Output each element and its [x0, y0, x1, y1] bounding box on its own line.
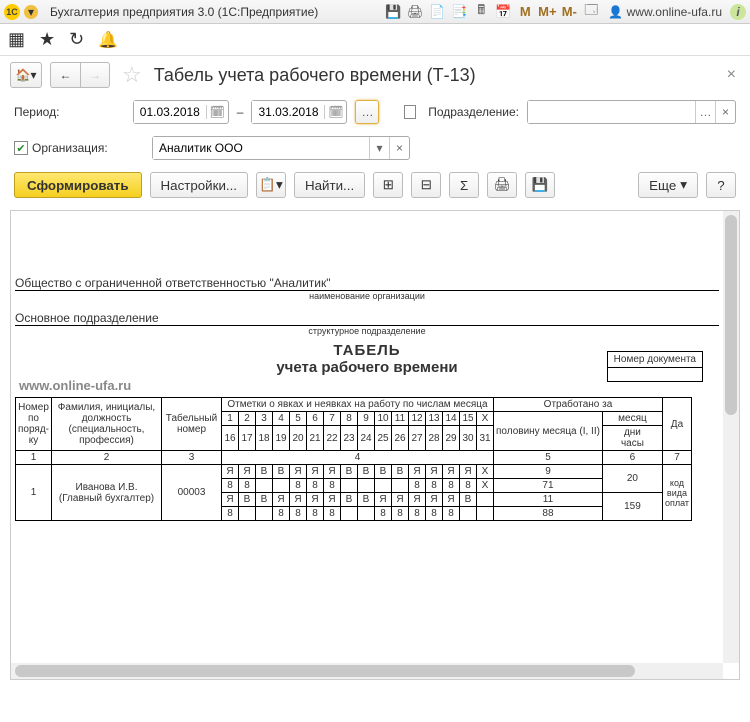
division-field[interactable]: … × — [527, 100, 736, 124]
table-row: 1 Иванова И.В. (Главный бухгалтер) 00003… — [16, 465, 692, 479]
report-document: Общество с ограниченной ответственностью… — [11, 211, 723, 663]
page-title: Табель учета рабочего времени (Т-13) — [154, 65, 476, 86]
period-picker-button[interactable]: … — [355, 100, 379, 124]
compare-icon[interactable]: 📑 — [450, 3, 468, 21]
division-input[interactable] — [528, 101, 695, 123]
doc-number-box: Номер документа — [607, 351, 703, 382]
settings-button[interactable]: Настройки... — [150, 172, 248, 198]
help-button[interactable]: ? — [706, 172, 736, 198]
print-button[interactable]: 🖨 — [487, 172, 517, 198]
memory-mplus-button[interactable]: М+ — [538, 3, 556, 21]
forward-button[interactable]: → — [80, 62, 110, 88]
date-from-field[interactable]: 🗓 — [133, 100, 229, 124]
period-label: Период: — [14, 105, 125, 119]
find-button[interactable]: Найти... — [294, 172, 365, 198]
more-button[interactable]: Еще ▾ — [638, 172, 698, 198]
date-to-input[interactable] — [252, 101, 324, 123]
calculator-icon[interactable]: 🖩 — [472, 3, 490, 21]
report-viewport: Общество с ограниченной ответственностью… — [10, 210, 740, 680]
home-button[interactable]: 🏠▾ — [10, 62, 42, 88]
history-icon[interactable]: ↻ — [69, 29, 84, 50]
favorites-icon[interactable]: ★ — [39, 29, 55, 50]
date-dash: – — [237, 105, 244, 119]
org-full-name: Общество с ограниченной ответственностью… — [15, 274, 719, 291]
paste-button[interactable]: 📋▾ — [256, 172, 286, 198]
period-row: Период: 🗓 – 🗓 … Подразделение: … × — [0, 94, 750, 130]
close-button[interactable]: × — [723, 62, 740, 88]
date-from-input[interactable] — [134, 101, 206, 123]
expand-groups-button[interactable]: ⊞ — [373, 172, 403, 198]
user-label[interactable]: 👤 www.online-ufa.ru — [608, 5, 722, 19]
dropdown-icon[interactable]: ▾ — [369, 137, 389, 159]
info-icon[interactable]: i — [730, 4, 746, 20]
app-logo-icon: 1C — [4, 4, 20, 20]
memory-mminus-button[interactable]: М- — [560, 3, 578, 21]
print-icon[interactable]: 🖨 — [406, 3, 424, 21]
division-checkbox[interactable] — [404, 105, 416, 119]
division-name: Основное подразделение — [15, 309, 719, 326]
collapse-groups-button[interactable]: ⊟ — [411, 172, 441, 198]
windows-icon[interactable]: 🗔 — [582, 3, 600, 21]
ellipsis-icon[interactable]: … — [695, 101, 715, 123]
calendar-icon[interactable]: 🗓 — [324, 105, 346, 119]
notifications-icon[interactable]: 🔔 — [98, 30, 118, 50]
clear-icon[interactable]: × — [389, 137, 409, 159]
apps-icon[interactable]: ▦ — [8, 29, 25, 50]
calendar-icon[interactable]: 📅 — [494, 3, 512, 21]
star-icon[interactable]: ☆ — [122, 62, 142, 88]
sum-button[interactable]: Σ — [449, 172, 479, 198]
clear-icon[interactable]: × — [715, 101, 735, 123]
toolbar: Сформировать Настройки... 📋▾ Найти... ⊞ … — [0, 166, 750, 204]
app-menu-dropdown-icon[interactable]: ▾ — [24, 5, 38, 19]
org-checkbox[interactable]: ✔ — [14, 141, 28, 155]
division-label: Подразделение: — [428, 105, 519, 119]
preview-icon[interactable]: 📄 — [428, 3, 446, 21]
timesheet-table: Номер по поряд-ку Фамилия, инициалы, дол… — [15, 397, 692, 521]
quick-access-bar: ▦ ★ ↻ 🔔 — [0, 24, 750, 56]
memory-m-button[interactable]: М — [516, 3, 534, 21]
vertical-scrollbar[interactable] — [723, 211, 739, 663]
save-icon[interactable]: 💾 — [384, 3, 402, 21]
save-doc-button[interactable]: 💾 — [525, 172, 555, 198]
org-field[interactable]: ▾ × — [152, 136, 410, 160]
app-title: Бухгалтерия предприятия 3.0 (1С:Предприя… — [50, 5, 318, 19]
division-caption: структурное подразделение — [15, 326, 719, 336]
org-input[interactable] — [153, 137, 369, 159]
generate-button[interactable]: Сформировать — [14, 172, 142, 198]
date-to-field[interactable]: 🗓 — [251, 100, 347, 124]
calendar-icon[interactable]: 🗓 — [206, 105, 228, 119]
horizontal-scrollbar[interactable] — [11, 663, 723, 679]
titlebar: 1C ▾ Бухгалтерия предприятия 3.0 (1С:Пре… — [0, 0, 750, 24]
org-row: ✔ Организация: ▾ × — [0, 130, 750, 166]
page-header: 🏠▾ ← → ☆ Табель учета рабочего времени (… — [0, 56, 750, 94]
org-label: Организация: — [32, 141, 108, 155]
back-button[interactable]: ← — [50, 62, 80, 88]
org-caption: наименование организации — [15, 291, 719, 301]
